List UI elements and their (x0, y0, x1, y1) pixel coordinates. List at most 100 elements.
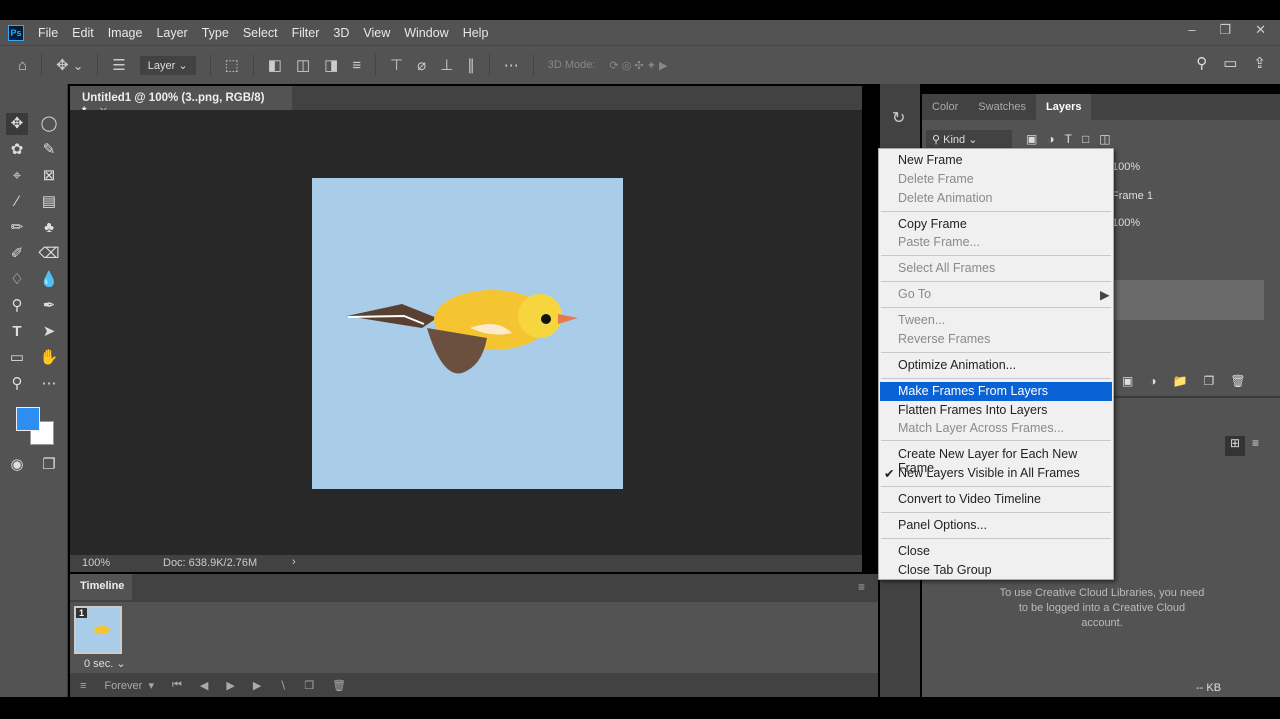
quick-select-icon[interactable]: ✎ (38, 139, 60, 161)
delete-frame-icon[interactable]: 🗑 (332, 679, 346, 692)
paint-bucket-icon[interactable]: ♢ (6, 269, 28, 291)
menu-item-create-new-layer-for-each-new-frame[interactable]: Create New Layer for Each New Frame (880, 445, 1112, 475)
loop-dropdown[interactable]: Forever ▾ (104, 679, 154, 692)
tab-layers[interactable]: Layers (1036, 94, 1092, 120)
convert-timeline-icon[interactable]: ≡ (80, 680, 86, 692)
menu-image[interactable]: Image (108, 26, 143, 40)
menu-item-close-tab-group[interactable]: Close Tab Group (880, 561, 1112, 580)
search-icon[interactable]: ⚲ (1196, 54, 1207, 72)
foreground-color-swatch[interactable] (16, 407, 40, 431)
menu-edit[interactable]: Edit (72, 26, 94, 40)
adjustment-icon[interactable]: ◑ (1149, 374, 1156, 388)
blur-tool-icon[interactable]: 💧 (38, 269, 60, 291)
restore-icon[interactable]: ❐ (1219, 22, 1231, 38)
menu-item-copy-frame[interactable]: Copy Frame (880, 215, 1112, 234)
menu-layer[interactable]: Layer (156, 26, 187, 40)
zoom-tool-icon[interactable]: ⚲ (6, 373, 28, 395)
distribute-vertical-icon[interactable]: ∥ (467, 56, 475, 74)
adjustment-filter-icon[interactable]: ◑ (1047, 132, 1054, 146)
menu-file[interactable]: File (38, 26, 58, 40)
zoom-level[interactable]: 100% (82, 557, 110, 569)
lasso-tool-icon[interactable]: ✿ (6, 139, 28, 161)
quick-mask-icon[interactable]: ◉ (6, 454, 28, 476)
path-select-icon[interactable]: ➤ (38, 321, 60, 343)
move-tool-icon[interactable]: ✥ ⌄ (56, 56, 83, 74)
more-icon[interactable]: ⋯ (504, 56, 519, 74)
menu-type[interactable]: Type (202, 26, 229, 40)
align-left-icon[interactable]: ◧ (268, 56, 282, 74)
pixel-filter-icon[interactable]: ▣ (1026, 132, 1037, 146)
menu-3d[interactable]: 3D (333, 26, 349, 40)
home-icon[interactable]: ⌂ (18, 57, 27, 74)
menu-item-panel-options[interactable]: Panel Options... (880, 516, 1112, 535)
eyedropper-icon[interactable]: ∕ (6, 191, 28, 213)
menu-item-flatten-frames-into-layers[interactable]: Flatten Frames Into Layers (880, 401, 1112, 420)
frame-tool-icon[interactable]: ⊠ (38, 165, 60, 187)
fill-field[interactable]: 100% (1112, 217, 1140, 229)
status-chevron-icon[interactable]: › (292, 556, 296, 568)
new-layer-icon[interactable]: ❐ (1204, 374, 1215, 388)
type-filter-icon[interactable]: T (1065, 132, 1072, 146)
share-icon[interactable]: ⇪ (1253, 54, 1266, 72)
hand-tool-icon[interactable]: ✋ (38, 347, 60, 369)
align-bottom-icon[interactable]: ⊥ (440, 56, 453, 74)
type-tool-icon[interactable]: T (6, 321, 28, 343)
menu-window[interactable]: Window (404, 26, 448, 40)
align-top-icon[interactable]: ⊤ (390, 56, 403, 74)
tab-swatches[interactable]: Swatches (968, 94, 1036, 120)
menu-item-new-layers-visible-in-all-frames[interactable]: New Layers Visible in All Frames (880, 464, 1112, 483)
auto-select-icon[interactable]: ☰ (112, 56, 125, 74)
menu-select[interactable]: Select (243, 26, 278, 40)
shape-filter-icon[interactable]: □ (1082, 132, 1089, 146)
menu-item-convert-to-video-timeline[interactable]: Convert to Video Timeline (880, 490, 1112, 509)
menu-item-make-frames-from-layers[interactable]: Make Frames From Layers (880, 382, 1112, 401)
document-tab[interactable]: Untitled1 @ 100% (3..png, RGB/8) *✕ (70, 86, 292, 118)
first-frame-icon[interactable]: ⏮ (172, 679, 182, 692)
folder-icon[interactable]: 📁 (1173, 374, 1188, 388)
eraser-tool-icon[interactable]: ⌫ (38, 243, 60, 265)
panel-menu-icon[interactable]: ≡ (858, 580, 865, 594)
menu-item-optimize-animation[interactable]: Optimize Animation... (880, 356, 1112, 375)
distribute-icon[interactable]: ≡ (352, 57, 361, 74)
marquee-tool-icon[interactable]: ◯ (38, 113, 60, 135)
opacity-field[interactable]: 100% (1112, 161, 1140, 173)
grid-view-icon[interactable]: ⊞ (1225, 436, 1245, 456)
tween-icon[interactable]: ∖ (279, 679, 286, 692)
duplicate-frame-icon[interactable]: ❐ (304, 679, 314, 692)
history-brush-icon[interactable]: ✐ (6, 243, 28, 265)
crop-tool-icon[interactable]: ⌖ (6, 165, 28, 187)
smart-filter-icon[interactable]: ◫ (1099, 132, 1110, 146)
transform-controls-icon[interactable]: ⬚ (225, 56, 239, 74)
animation-frame-1[interactable]: 1 (74, 606, 122, 654)
play-icon[interactable]: ▶ (226, 679, 234, 692)
rectangle-tool-icon[interactable]: ▭ (6, 347, 28, 369)
brush-tool-icon[interactable]: ✏ (6, 217, 28, 239)
next-frame-icon[interactable]: ▶ (253, 679, 261, 692)
tab-color[interactable]: Color (922, 94, 968, 120)
minimize-icon[interactable]: – (1188, 22, 1195, 38)
align-center-icon[interactable]: ◫ (296, 56, 310, 74)
move-tool-icon[interactable]: ✥ (6, 113, 28, 135)
align-middle-icon[interactable]: ⌀ (417, 56, 426, 74)
menu-view[interactable]: View (363, 26, 390, 40)
screen-mode-icon[interactable]: ❐ (38, 454, 60, 476)
prev-frame-icon[interactable]: ◀ (200, 679, 208, 692)
workspace-icon[interactable]: ▭ (1223, 54, 1237, 72)
more-tools-icon[interactable]: ⋯ (38, 373, 60, 395)
menu-filter[interactable]: Filter (292, 26, 320, 40)
menu-item-close[interactable]: Close (880, 542, 1112, 561)
auto-select-dropdown[interactable]: Layer ⌄ (139, 55, 196, 75)
frame-delay[interactable]: 0 sec. ⌄ (84, 657, 126, 670)
menu-item-new-frame[interactable]: New Frame (880, 151, 1112, 170)
close-icon[interactable]: ✕ (1255, 22, 1266, 38)
filter-kind-dropdown[interactable]: ⚲ Kind ⌄ (926, 130, 1012, 150)
list-view-icon[interactable]: ≡ (1252, 436, 1259, 450)
align-right-icon[interactable]: ◨ (324, 56, 338, 74)
timeline-tab[interactable]: Timeline (70, 574, 132, 600)
document-image[interactable] (312, 178, 623, 489)
mask-icon[interactable]: ▣ (1122, 374, 1133, 388)
pen-tool-icon[interactable]: ✒ (38, 295, 60, 317)
menu-help[interactable]: Help (463, 26, 489, 40)
trash-icon[interactable]: 🗑 (1230, 374, 1245, 388)
healing-brush-icon[interactable]: ▤ (38, 191, 60, 213)
